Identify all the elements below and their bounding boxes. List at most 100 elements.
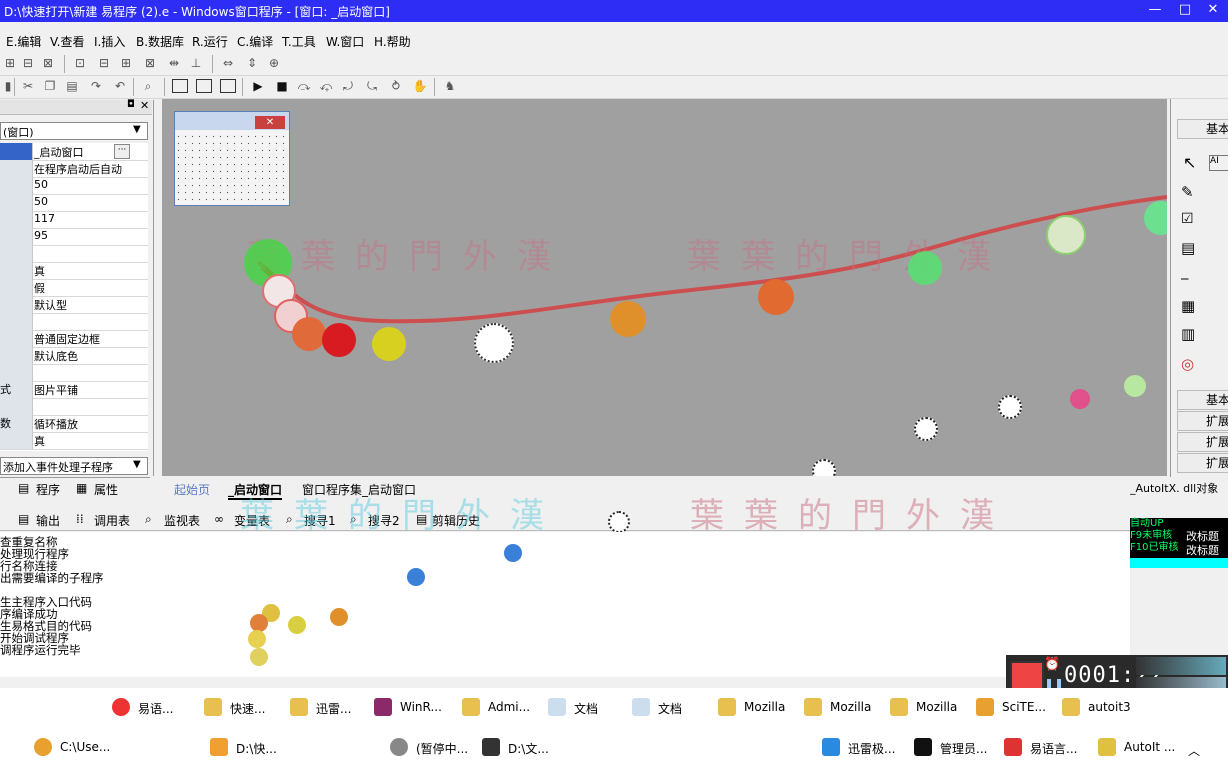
tab-properties[interactable]: 属性 <box>94 481 118 498</box>
align-icon[interactable]: ⊡ <box>72 56 88 71</box>
maximize-button[interactable]: □ <box>1176 2 1194 18</box>
pin-icon[interactable]: ◘ <box>127 99 135 110</box>
align-icon[interactable]: ⊟ <box>20 56 36 71</box>
copy-icon[interactable]: ❐ <box>42 79 58 94</box>
timer-icon[interactable]: ◎ <box>1181 355 1194 373</box>
list-icon[interactable]: ▤ <box>1181 239 1195 257</box>
task-item[interactable]: 管理员... <box>914 732 998 762</box>
tab-call-table[interactable]: 调用表 <box>94 512 130 529</box>
menu-insert[interactable]: I.插入 <box>94 33 125 50</box>
prop-row[interactable] <box>0 398 148 416</box>
align-icon[interactable]: ⊟ <box>96 56 112 71</box>
chevron-up-icon[interactable]: ︿ <box>1188 742 1200 759</box>
menu-run[interactable]: R.运行 <box>192 33 228 50</box>
menu-database[interactable]: B.数据库 <box>136 33 184 50</box>
spacing-icon[interactable]: ⇔ <box>220 56 236 71</box>
prop-row[interactable] <box>0 245 148 263</box>
prop-row[interactable]: 默认底色 <box>0 347 148 365</box>
prop-row[interactable]: 真 <box>0 432 148 450</box>
task-item[interactable]: 迅雷极... <box>822 732 904 762</box>
prop-row[interactable]: 在程序启动后自动 <box>0 160 148 178</box>
task-item[interactable]: Mozilla <box>804 692 884 722</box>
align-icon[interactable]: ⊠ <box>40 56 56 71</box>
prop-row[interactable]: 真 <box>0 262 148 280</box>
grid-icon[interactable]: ▦ <box>1181 297 1195 315</box>
rename-title-button[interactable]: 改标题 <box>1186 542 1219 558</box>
prop-row[interactable]: 式图片平铺 <box>0 381 148 399</box>
task-item[interactable]: 迅雷... <box>290 692 370 722</box>
category-ext-3[interactable]: 扩展 <box>1177 453 1228 473</box>
category-ext-1[interactable]: 扩展 <box>1177 411 1228 431</box>
category-ext-2[interactable]: 扩展 <box>1177 432 1228 452</box>
prop-row[interactable]: 默认型 <box>0 296 148 314</box>
task-item[interactable]: Admi... <box>462 692 542 722</box>
prop-row[interactable] <box>0 313 148 331</box>
task-item[interactable]: 易语... <box>112 692 198 722</box>
cut-icon[interactable]: ✂ <box>20 79 36 94</box>
step-icon[interactable]: ⤼ <box>296 79 312 94</box>
table-icon[interactable]: ▥ <box>1181 325 1195 343</box>
prop-row[interactable]: _启动窗口 ··· <box>0 143 148 161</box>
find-icon[interactable]: ⌕ <box>140 79 156 94</box>
menu-help[interactable]: H.帮助 <box>374 33 411 50</box>
task-item[interactable]: C:\Use... <box>34 732 124 762</box>
menu-tools[interactable]: T.工具 <box>282 33 316 50</box>
output-pane[interactable]: 查重复名称 处理现行程序 行名称连接 出需要编译的子程序 生主程序入口代码 序编… <box>0 532 1130 677</box>
object-selector[interactable]: (窗口) ▼ <box>0 122 148 140</box>
checkbox-icon[interactable]: ☑ <box>1181 211 1194 227</box>
spacing-icon[interactable]: ⊕ <box>266 56 282 71</box>
task-item[interactable]: 文档 <box>548 692 628 722</box>
layout-icon[interactable] <box>196 79 212 93</box>
ellipsis-button[interactable]: ··· <box>114 144 130 159</box>
task-item[interactable]: 快速... <box>204 692 284 722</box>
prop-row[interactable] <box>0 364 148 382</box>
menu-compile[interactable]: C.编译 <box>237 33 273 50</box>
task-item[interactable]: D:\快... <box>210 732 290 762</box>
stop-icon[interactable]: ■ <box>274 79 290 94</box>
paste-icon[interactable]: ▤ <box>64 79 80 94</box>
line-icon[interactable]: ⎯ <box>1181 269 1189 287</box>
step-icon[interactable]: ⤾ <box>340 79 356 94</box>
task-item[interactable]: WinR... <box>374 692 458 722</box>
redo-icon[interactable]: ↷ <box>88 79 104 94</box>
debug-icon[interactable]: ♞ <box>442 79 458 94</box>
undo-icon[interactable]: ↶ <box>112 79 128 94</box>
step-icon[interactable]: ⥁ <box>388 79 404 94</box>
step-icon[interactable]: ⤽ <box>318 79 334 94</box>
task-item[interactable]: AutoIt ... <box>1098 732 1178 762</box>
task-item[interactable]: SciTE... <box>976 692 1056 722</box>
align-icon[interactable]: ⊞ <box>118 56 134 71</box>
align-icon[interactable]: ⊞ <box>2 56 18 71</box>
align-icon[interactable]: ⊥ <box>188 56 204 71</box>
close-icon[interactable]: ✕ <box>140 99 149 112</box>
menu-edit[interactable]: E.编辑 <box>6 33 41 50</box>
layout-icon[interactable] <box>220 79 236 93</box>
prop-row[interactable]: 普通固定边框 <box>0 330 148 348</box>
label-icon[interactable]: AI <box>1209 155 1228 171</box>
task-item[interactable]: 文档 <box>632 692 712 722</box>
edit-icon[interactable]: ✎ <box>1181 183 1194 201</box>
minimize-button[interactable]: — <box>1146 2 1164 18</box>
close-button[interactable]: ✕ <box>1204 2 1222 18</box>
task-item[interactable]: Mozilla <box>890 692 970 722</box>
category-basic[interactable]: 基本 <box>1177 119 1228 139</box>
spacing-icon[interactable]: ⇕ <box>244 56 260 71</box>
prop-row[interactable]: 数循环播放 <box>0 415 148 433</box>
menu-window[interactable]: W.窗口 <box>326 33 364 50</box>
hand-icon[interactable]: ✋ <box>412 79 428 94</box>
prop-row[interactable]: 117 <box>0 211 148 229</box>
layout-icon[interactable] <box>172 79 188 93</box>
prop-row[interactable]: 50 <box>0 177 148 195</box>
form-designer[interactable]: ✕ 葉葉的門外漢 葉葉的門外漢 <box>162 99 1167 476</box>
tab-program[interactable]: 程序 <box>36 481 60 498</box>
task-item[interactable]: D:\文... <box>482 732 554 762</box>
tab-start-page[interactable]: 起始页 <box>174 481 210 498</box>
pointer-icon[interactable]: ↖ <box>1183 153 1196 172</box>
prop-row[interactable]: 50 <box>0 194 148 212</box>
step-icon[interactable]: ⤿ <box>364 79 380 94</box>
align-icon[interactable]: ⇹ <box>166 56 182 71</box>
tab-output[interactable]: 输出 <box>36 512 60 529</box>
task-item[interactable]: 易语言... <box>1004 732 1092 762</box>
task-item[interactable]: Mozilla <box>718 692 798 722</box>
tab-watch[interactable]: 监视表 <box>164 512 200 529</box>
